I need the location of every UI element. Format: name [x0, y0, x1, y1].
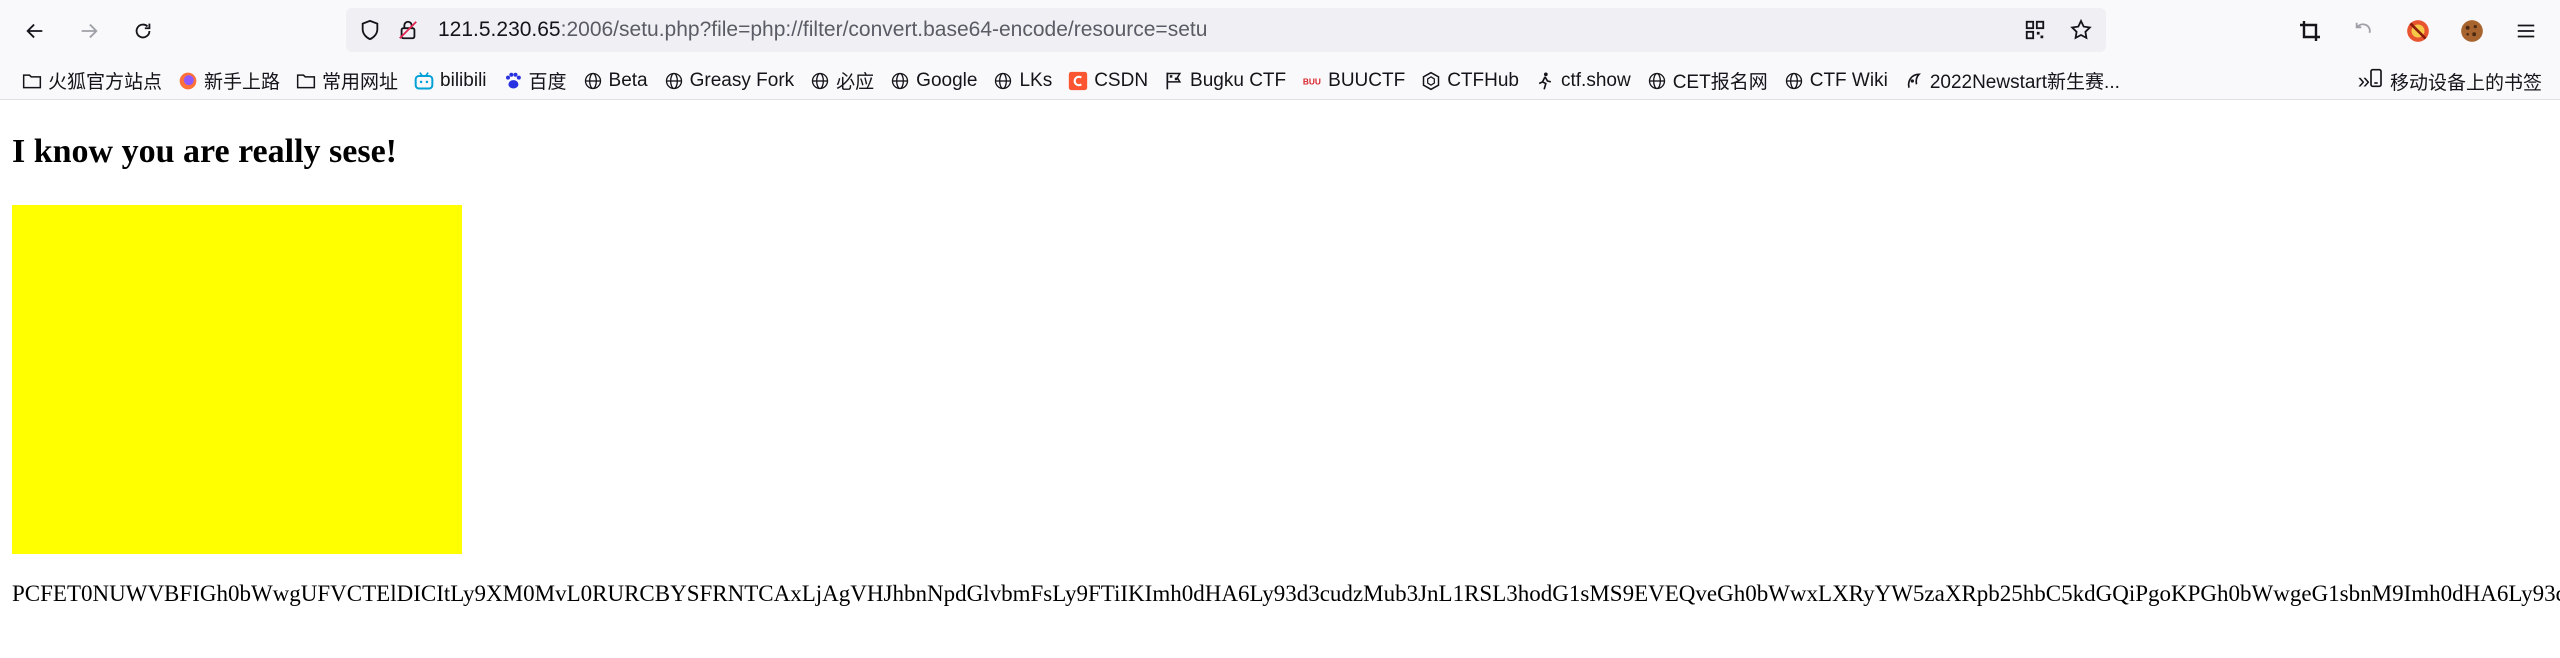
globe-icon: [1647, 71, 1667, 91]
ctfhub-icon: [1421, 71, 1441, 91]
flag-icon: [1164, 71, 1184, 91]
bookmark-label: bilibili: [440, 69, 487, 91]
bookmark-label: 火狐官方站点: [48, 72, 163, 93]
bookmark-label: 2022Newstart新生赛...: [1929, 72, 2120, 93]
bookmark-star-icon[interactable]: [2068, 17, 2094, 43]
bookmark-label: CET报名网: [1672, 72, 1768, 93]
mobile-bookmarks[interactable]: 移动设备上的书签: [2366, 66, 2542, 96]
bookmark-item[interactable]: 火狐官方站点: [14, 66, 170, 96]
bookmark-label: 必应: [836, 72, 875, 93]
bookmark-item[interactable]: Google: [882, 66, 985, 96]
csdn-icon: [1068, 71, 1088, 91]
newstart-icon: [1904, 71, 1924, 91]
bookmark-label: 常用网址: [322, 72, 399, 93]
globe-icon: [583, 71, 603, 91]
arrow-right-icon: [81, 23, 98, 39]
adblock-icon[interactable]: [2402, 15, 2434, 47]
bookmark-label: Google: [916, 69, 978, 91]
url-text[interactable]: 121.5.230.65:2006/setu.php?file=php://fi…: [438, 18, 1207, 42]
insecure-lock-icon[interactable]: [396, 18, 420, 42]
bookmark-item[interactable]: CTFHub: [1413, 66, 1527, 96]
reload-icon: [135, 23, 151, 39]
baidu-icon: [503, 71, 523, 91]
bookmarks-toolbar: 火狐官方站点 新手上路 常用网址 bilibili 百度 Beta Greasy…: [0, 62, 2560, 100]
globe-icon: [890, 71, 910, 91]
forward-button[interactable]: [72, 14, 106, 48]
bookmark-item[interactable]: Bugku CTF: [1156, 66, 1294, 96]
folder-icon: [22, 71, 42, 91]
bookmark-label: Bugku CTF: [1190, 69, 1287, 91]
menu-hamburger-icon[interactable]: [2510, 15, 2542, 47]
bookmark-item[interactable]: 2022Newstart新生赛...: [1896, 66, 2128, 96]
bookmark-label: Beta: [608, 69, 648, 91]
bookmark-item[interactable]: CSDN: [1060, 66, 1156, 96]
qr-code-icon[interactable]: [2022, 17, 2048, 43]
globe-icon: [664, 71, 684, 91]
bookmark-item[interactable]: LKs: [985, 66, 1060, 96]
page-heading: I know you are really sese!: [12, 133, 398, 170]
svg-text:BUU: BUU: [1303, 76, 1321, 86]
bookmark-item[interactable]: BUU BUUCTF: [1294, 66, 1413, 96]
crop-icon[interactable]: [2294, 15, 2326, 47]
page-content: I know you are really sese! PCFET0NUWVBF…: [0, 101, 2560, 658]
bookmark-item[interactable]: Greasy Fork: [656, 66, 803, 96]
undo-icon[interactable]: [2348, 15, 2380, 47]
bookmark-item[interactable]: 必应: [802, 66, 882, 96]
bookmark-item[interactable]: Beta: [575, 66, 656, 96]
yellow-image-placeholder: [12, 205, 462, 554]
ctfshow-icon: [1535, 71, 1555, 91]
base64-output-text: PCFET0NUWVBFIGh0bWwgUFVCTElDICItLy9XM0Mv…: [12, 581, 2560, 606]
bookmark-item[interactable]: 百度: [495, 66, 575, 96]
bookmark-label: LKs: [1019, 69, 1053, 91]
folder-icon: [296, 71, 316, 91]
bookmark-label: 百度: [528, 72, 567, 93]
mobile-bookmarks-label: 移动设备上的书签: [2389, 72, 2542, 94]
globe-icon: [1784, 71, 1804, 91]
bilibili-icon: [414, 71, 434, 91]
bookmark-item[interactable]: 新手上路: [170, 66, 288, 96]
reload-button[interactable]: [126, 14, 160, 48]
bookmark-item[interactable]: CTF Wiki: [1776, 66, 1896, 96]
bookmark-item[interactable]: ctf.show: [1527, 66, 1639, 96]
bookmark-label: BUUCTF: [1328, 69, 1406, 91]
bookmark-label: CTFHub: [1447, 69, 1519, 91]
bookmark-label: 新手上路: [204, 72, 281, 93]
browser-toolbar: 121.5.230.65:2006/setu.php?file=php://fi…: [0, 0, 2560, 62]
bookmark-label: CSDN: [1094, 69, 1149, 91]
buuctf-icon: BUU: [1302, 71, 1322, 91]
firefox-icon: [178, 71, 198, 91]
bookmark-label: Greasy Fork: [689, 69, 795, 91]
globe-icon: [993, 71, 1013, 91]
bookmark-label: ctf.show: [1561, 69, 1631, 91]
url-host: 121.5.230.65: [438, 18, 561, 41]
address-bar[interactable]: 121.5.230.65:2006/setu.php?file=php://fi…: [346, 8, 2106, 52]
bookmark-item[interactable]: bilibili: [406, 66, 494, 96]
bookmark-item[interactable]: 常用网址: [288, 66, 406, 96]
bookmark-item[interactable]: CET报名网: [1639, 66, 1776, 96]
back-button[interactable]: [18, 14, 52, 48]
tracking-protection-shield-icon[interactable]: [358, 18, 382, 42]
url-path: :2006/setu.php?file=php://filter/convert…: [560, 18, 1208, 41]
mobile-device-icon: [2366, 68, 2386, 94]
cookie-icon[interactable]: [2456, 15, 2488, 47]
bookmark-label: CTF Wiki: [1809, 69, 1888, 91]
globe-icon: [810, 71, 830, 91]
arrow-left-icon: [26, 23, 43, 39]
